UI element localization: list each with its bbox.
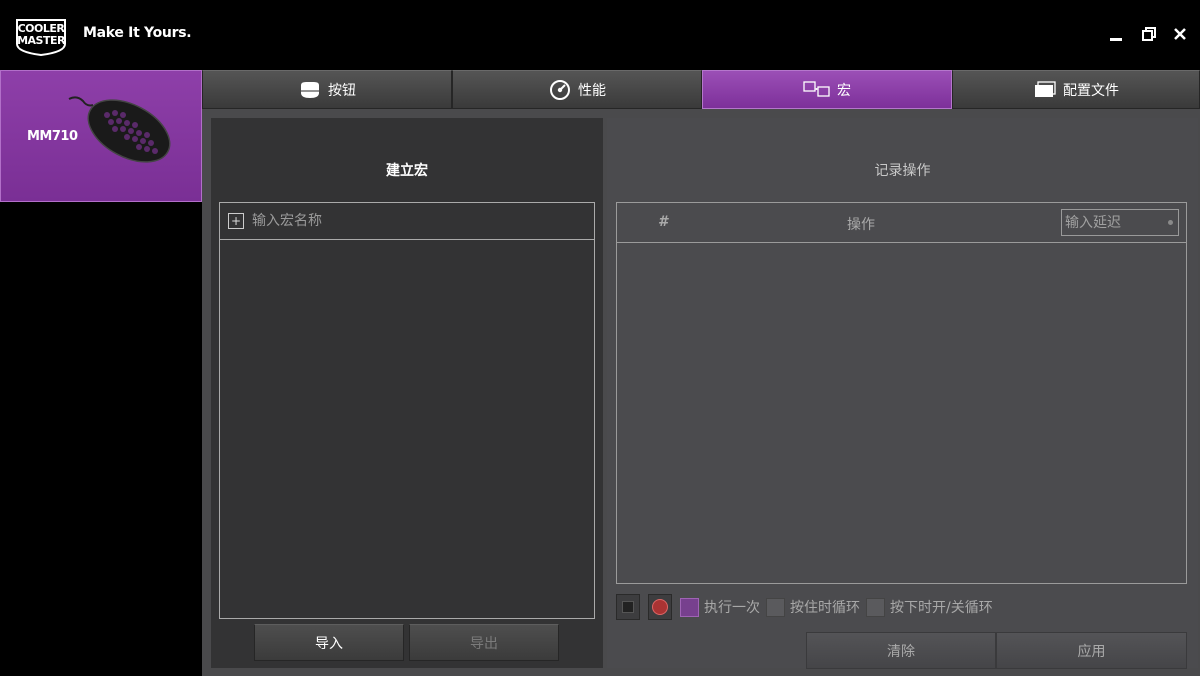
clear-button[interactable]: 清除	[806, 632, 996, 669]
tab-label: 宏	[837, 82, 851, 99]
content-area: 建立宏 + 导入 导出 记录操作 # 操作	[202, 109, 1200, 676]
record-button[interactable]	[648, 594, 672, 620]
tab-label: 按钮	[328, 82, 356, 99]
mouse-icon	[301, 81, 319, 98]
macro-name-row: +	[220, 203, 594, 240]
import-button[interactable]: 导入	[254, 624, 404, 661]
tab-label: 性能	[578, 82, 606, 99]
delay-input[interactable]	[1061, 209, 1179, 236]
loop-while-held-checkbox[interactable]	[766, 597, 785, 617]
tab-buttons[interactable]: 按钮	[202, 70, 452, 109]
record-list[interactable]: # 操作	[616, 202, 1187, 584]
restore-icon	[1142, 27, 1156, 41]
profile-icon	[1035, 80, 1056, 97]
logo-line2: MASTER	[17, 34, 65, 47]
record-icon	[652, 599, 668, 615]
option-loop-while-held[interactable]: 按住时循环	[766, 597, 860, 617]
stop-button[interactable]	[616, 594, 640, 620]
gauge-icon	[550, 79, 570, 100]
device-card[interactable]: MM710	[0, 70, 202, 202]
panel-title: 记录操作	[874, 163, 931, 179]
record-header: # 操作	[617, 203, 1186, 243]
run-once-checkbox[interactable]	[680, 597, 699, 617]
delay-indicator-icon	[1168, 220, 1173, 225]
toggle-loop-checkbox[interactable]	[866, 597, 885, 617]
column-header-number: #	[658, 214, 668, 230]
title-bar: COOLER MASTER Make It Yours.	[0, 0, 1200, 70]
tagline: Make It Yours.	[83, 25, 192, 41]
tab-performance[interactable]: 性能	[452, 70, 702, 109]
panel-title: 建立宏	[386, 163, 428, 179]
record-controls: 执行一次 按住时循环 按下时开/关循环	[616, 593, 1187, 621]
macro-name-input[interactable]	[252, 206, 572, 236]
add-macro-button[interactable]: +	[228, 213, 244, 229]
tab-label: 配置文件	[1063, 82, 1119, 99]
main-tabs: 按钮 性能 宏 配置文件	[202, 70, 1200, 109]
plus-icon: +	[230, 214, 242, 228]
macro-list[interactable]: +	[219, 202, 595, 619]
minimize-icon	[1110, 38, 1122, 41]
apply-button[interactable]: 应用	[996, 632, 1187, 669]
tab-macro[interactable]: 宏	[702, 70, 952, 109]
cooler-master-logo: COOLER MASTER	[13, 14, 69, 57]
tab-profiles[interactable]: 配置文件	[952, 70, 1200, 109]
app-window: COOLER MASTER Make It Yours. MM710 按钮 性能…	[0, 0, 1200, 676]
restore-button[interactable]	[1139, 24, 1159, 44]
option-toggle-loop[interactable]: 按下时开/关循环	[866, 597, 993, 617]
column-header-operation: 操作	[847, 217, 875, 233]
record-actions-panel: 记录操作 # 操作 执行一次	[607, 118, 1198, 669]
export-button[interactable]: 导出	[409, 624, 559, 661]
option-run-once[interactable]: 执行一次	[680, 597, 760, 617]
stop-icon	[622, 601, 634, 613]
macro-icon	[803, 80, 830, 97]
minimize-button[interactable]	[1106, 24, 1126, 44]
close-button[interactable]	[1170, 24, 1190, 44]
close-icon	[1174, 28, 1186, 40]
create-macro-panel: 建立宏 + 导入 导出	[211, 118, 603, 668]
mouse-image-icon	[68, 96, 171, 163]
